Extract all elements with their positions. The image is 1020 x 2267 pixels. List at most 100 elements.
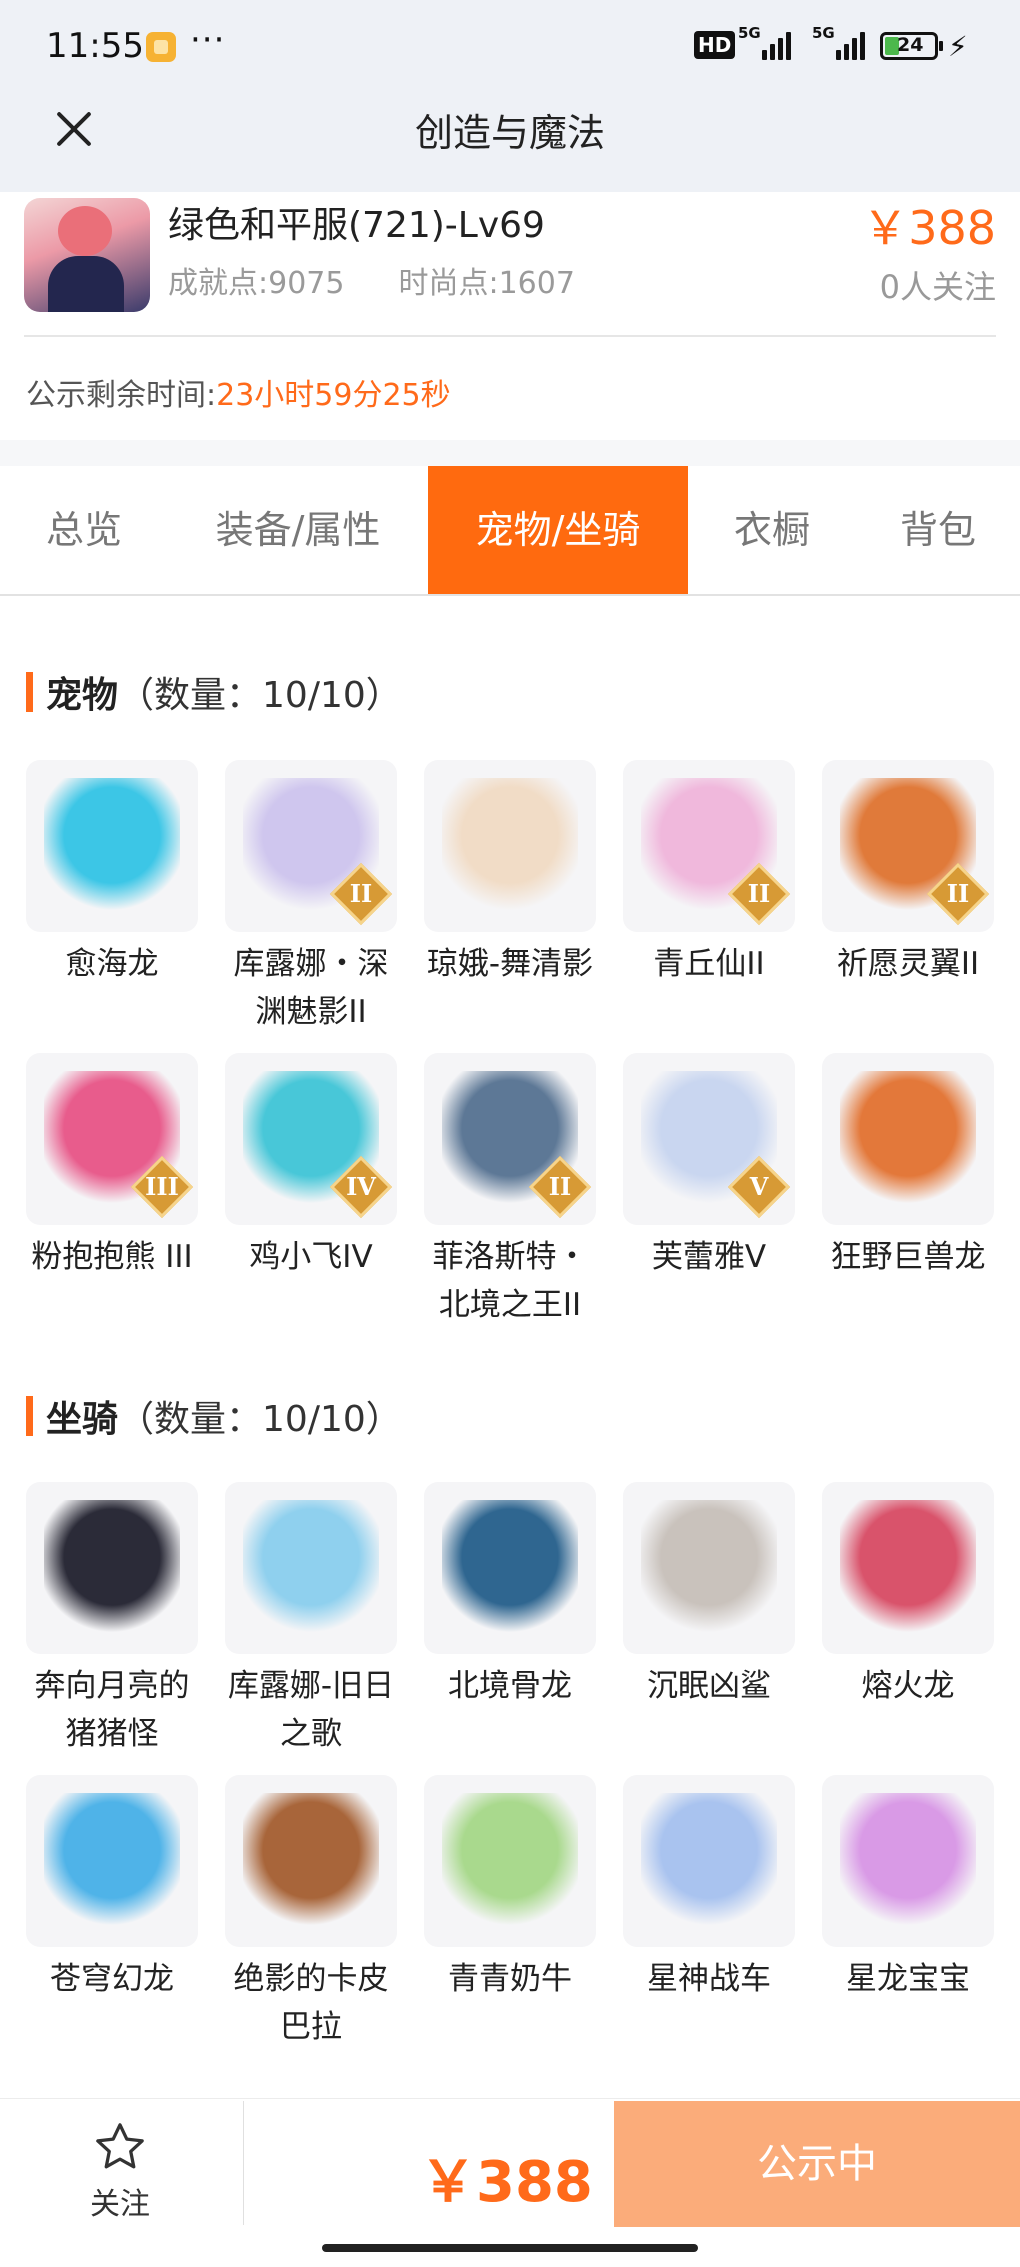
mounts-count: （数量：10/10） — [118, 1399, 402, 1440]
item-label: 粉抱抱熊 III — [31, 1239, 193, 1275]
pet-item[interactable]: 愈海龙 — [26, 760, 198, 988]
bone-dragon-icon — [442, 1500, 578, 1636]
item-label: 熔火龙 — [861, 1668, 955, 1704]
pet-item[interactable]: III 粉抱抱熊 III — [26, 1053, 198, 1281]
public-status-button[interactable]: 公示中 — [614, 2101, 1020, 2227]
item-label: 芙蕾雅V — [651, 1239, 767, 1275]
item-label: 绝影的卡皮巴拉 — [233, 1961, 389, 2045]
item-label: 青丘仙II — [653, 946, 765, 982]
tier-badge-text: II — [349, 879, 373, 908]
item-label: 菲洛斯特・北境之王II — [432, 1239, 588, 1323]
notification-app-icon — [146, 32, 176, 62]
countdown-value: 23小时59分25秒 — [216, 378, 451, 413]
pets-count: （数量：10/10） — [118, 675, 402, 716]
lava-dragon-icon — [840, 1500, 976, 1636]
price: ￥388 — [862, 201, 996, 255]
thumbnail: II — [822, 760, 994, 932]
section-gap — [0, 440, 1020, 466]
role-name: 绿色和平服(721)-Lv69 — [168, 205, 545, 246]
cloud-girl-icon — [243, 1500, 379, 1636]
follow-button[interactable]: 关注 — [60, 2119, 180, 2239]
bottom-bar: 关注 ￥388 公示中 — [0, 2098, 1020, 2267]
capybara-icon — [243, 1793, 379, 1929]
thumbnail — [623, 1482, 795, 1654]
thumbnail — [822, 1053, 994, 1225]
thumbnail: II — [225, 760, 397, 932]
tier-badge-text: V — [749, 1172, 769, 1201]
mount-item[interactable]: 星神战车 — [623, 1775, 795, 2003]
tier-badge-text: III — [145, 1172, 179, 1201]
thumbnail: III — [26, 1053, 198, 1225]
mount-item[interactable]: 绝影的卡皮巴拉 — [225, 1775, 397, 2051]
thumbnail — [26, 1775, 198, 1947]
mount-item[interactable]: 沉眠凶鲨 — [623, 1482, 795, 1710]
thumbnail: IV — [225, 1053, 397, 1225]
mount-item[interactable]: 奔向月亮的猪猪怪 — [26, 1482, 198, 1758]
mount-item[interactable]: 库露娜-旧日之歌 — [225, 1482, 397, 1758]
pets-title: 宠物 — [46, 675, 119, 716]
divider — [24, 335, 996, 337]
tab-backpack[interactable]: 背包 — [856, 466, 1020, 594]
tab-pets-mounts[interactable]: 宠物/坐骑 — [428, 466, 688, 594]
follow-label: 关注 — [90, 2187, 150, 2222]
item-label: 狂野巨兽龙 — [830, 1239, 986, 1275]
countdown: 公示剩余时间:23小时59分25秒 — [26, 370, 451, 414]
divider — [243, 2101, 244, 2225]
pet-item[interactable]: II 祈愿灵翼II — [822, 760, 994, 988]
thumbnail — [225, 1775, 397, 1947]
tab-equipment[interactable]: 装备/属性 — [168, 466, 428, 594]
pet-item[interactable]: II 库露娜・深渊魅影II — [225, 760, 397, 1036]
mount-item[interactable]: 星龙宝宝 — [822, 1775, 994, 2003]
mounts-section-title: 坐骑（数量：10/10） — [26, 1390, 402, 1442]
item-label: 北境骨龙 — [448, 1668, 572, 1704]
item-label: 星神战车 — [647, 1961, 771, 1997]
thumbnail: V — [623, 1053, 795, 1225]
tier-badge-text: IV — [346, 1172, 376, 1201]
hd-icon: HD — [694, 31, 736, 59]
green-cow-icon — [442, 1793, 578, 1929]
pet-item[interactable]: V 芙蕾雅V — [623, 1053, 795, 1281]
pet-item[interactable]: II 青丘仙II — [623, 760, 795, 988]
home-indicator[interactable] — [322, 2244, 698, 2252]
star-dragon-baby-icon — [840, 1793, 976, 1929]
mount-item[interactable]: 苍穹幻龙 — [26, 1775, 198, 2003]
mount-item[interactable]: 熔火龙 — [822, 1482, 994, 1710]
bottom-price: ￥388 — [420, 2150, 593, 2215]
tab-wardrobe[interactable]: 衣橱 — [688, 466, 856, 594]
signal-icon-2: 5G — [812, 24, 872, 60]
item-label: 库露娜・深渊魅影II — [233, 946, 389, 1030]
thumbnail — [26, 760, 198, 932]
tier-badge-text: II — [548, 1172, 572, 1201]
item-label: 鸡小飞IV — [249, 1239, 373, 1275]
follower-count: 0人关注 — [879, 268, 996, 306]
more-notifications-icon: ··· — [190, 20, 226, 60]
thumbnail — [822, 1482, 994, 1654]
star-horse-icon — [641, 1793, 777, 1929]
status-bar: 11:55 ··· HD 5G 5G 24 ⚡ — [0, 0, 1020, 92]
role-card[interactable]: 绿色和平服(721)-Lv69 成就点:9075 时尚点:1607 ￥388 0人… — [0, 192, 1020, 440]
item-label: 星龙宝宝 — [846, 1961, 970, 1997]
pet-item[interactable]: 狂野巨兽龙 — [822, 1053, 994, 1281]
clock: 11:55 — [46, 26, 144, 66]
mount-item[interactable]: 北境骨龙 — [424, 1482, 596, 1710]
thumbnail — [424, 1775, 596, 1947]
thumbnail: II — [623, 760, 795, 932]
pet-item[interactable]: 琼娥-舞清影 — [424, 760, 596, 988]
pet-item[interactable]: II 菲洛斯特・北境之王II — [424, 1053, 596, 1329]
tier-badge-text: II — [747, 879, 771, 908]
item-label: 青青奶牛 — [448, 1961, 572, 1997]
battery-icon: 24 — [880, 32, 943, 60]
item-label: 琼娥-舞清影 — [426, 946, 594, 982]
page-title: 创造与魔法 — [414, 111, 605, 155]
signal-icon-1: 5G — [738, 24, 798, 60]
tab-overview[interactable]: 总览 — [0, 466, 168, 594]
item-label: 库露娜-旧日之歌 — [227, 1668, 395, 1752]
top-area: 11:55 ··· HD 5G 5G 24 ⚡ 创造与魔法 — [0, 0, 1020, 192]
mount-item[interactable]: 青青奶牛 — [424, 1775, 596, 2003]
item-label: 奔向月亮的猪猪怪 — [34, 1668, 190, 1752]
thumbnail — [26, 1482, 198, 1654]
pet-item[interactable]: IV 鸡小飞IV — [225, 1053, 397, 1281]
thumbnail — [623, 1775, 795, 1947]
thumbnail: II — [424, 1053, 596, 1225]
thumbnail — [225, 1482, 397, 1654]
